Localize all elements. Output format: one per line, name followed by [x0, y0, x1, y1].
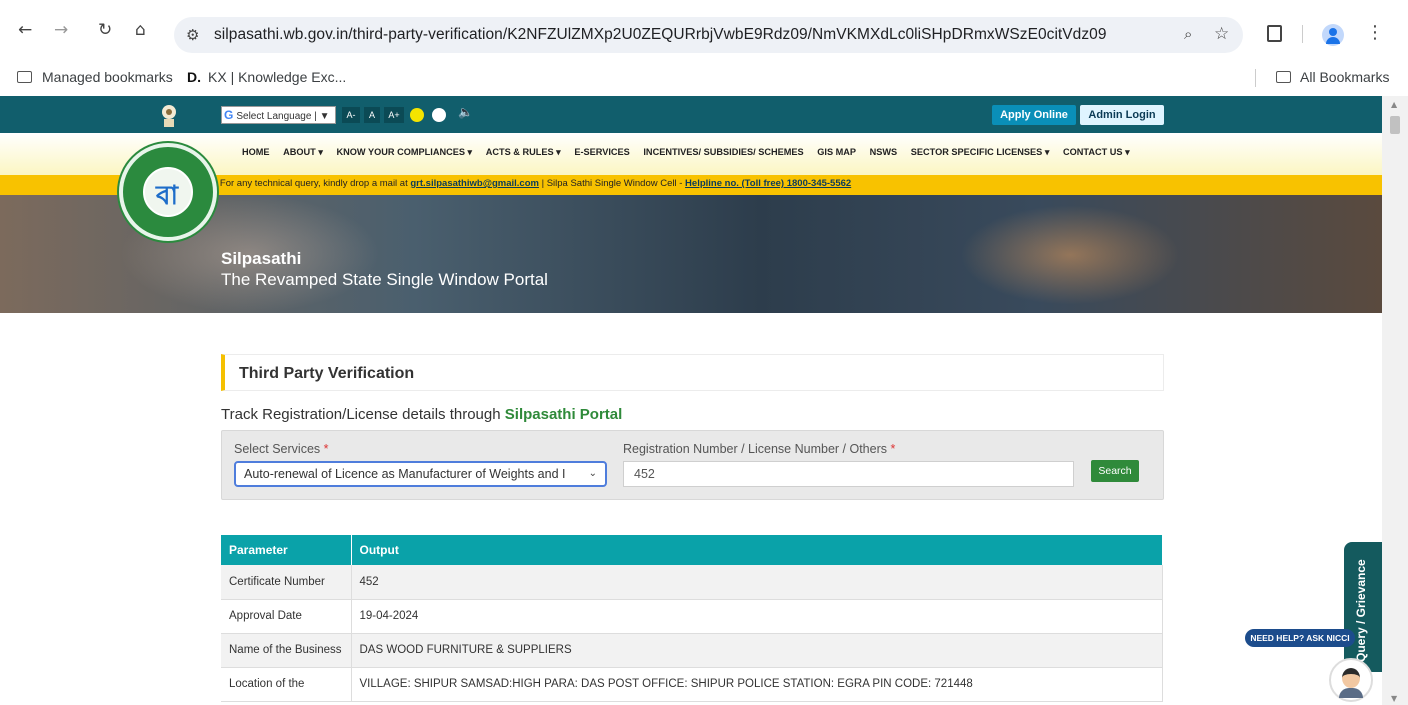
row-parameter: Approval Date [221, 599, 352, 634]
section-header: Third Party Verification [221, 354, 1164, 391]
grievance-label: Query / Grievance [1354, 559, 1368, 662]
utility-bar: G Select Language | ▼ A- A A+ 🔈 Apply Onl… [0, 96, 1382, 133]
all-bookmarks[interactable]: All Bookmarks [1300, 69, 1389, 85]
row-parameter: Certificate Number [221, 565, 352, 600]
column-header-output: Output [351, 535, 1163, 565]
speaker-icon[interactable]: 🔈 [458, 105, 473, 119]
registration-input[interactable]: 452 [623, 461, 1074, 487]
search-form: Select Services * Auto-renewal of Licenc… [221, 430, 1164, 500]
nav-contact-us[interactable]: CONTACT US ▾ [1063, 147, 1130, 158]
banner-sparks [960, 205, 1180, 305]
row-value: 19-04-2024 [351, 599, 1163, 634]
chatbot-face [1342, 668, 1360, 688]
table-row: Location of the VILLAGE: SHIPUR SAMSAD:H… [221, 667, 1163, 702]
back-arrow-icon[interactable]: ← [18, 22, 32, 39]
nav-acts-rules[interactable]: ACTS & RULES ▾ [486, 147, 561, 158]
nicci-help-badge[interactable]: NEED HELP? ASK NICCI [1245, 629, 1355, 647]
admin-login-button[interactable]: Admin Login [1080, 105, 1164, 125]
folder-icon [17, 71, 32, 83]
row-value: VILLAGE: SHIPUR SAMSAD:HIGH PARA: DAS PO… [351, 667, 1163, 702]
extensions-icon[interactable] [1267, 25, 1282, 42]
nav-e-services[interactable]: E-SERVICES [574, 147, 629, 157]
nav-home[interactable]: HOME [242, 147, 270, 157]
apply-online-button[interactable]: Apply Online [992, 105, 1076, 125]
bookmark-favicon: D. [187, 69, 201, 85]
site: G Select Language | ▼ A- A A+ 🔈 Apply Onl… [0, 96, 1382, 705]
helpline-link[interactable]: Helpline no. (Toll free) 1800-345-5562 [685, 178, 851, 189]
table-row: Approval Date 19-04-2024 [221, 599, 1163, 634]
table-row: Name of the Business DAS WOOD FURNITURE … [221, 633, 1163, 668]
scroll-down-icon[interactable]: ▼ [1391, 694, 1397, 703]
page-scrollbar[interactable]: ▲ ▼ [1382, 96, 1408, 705]
profile-avatar-icon[interactable] [1322, 24, 1344, 46]
site-settings-icon[interactable]: ⚙ [186, 26, 199, 44]
site-subtitle: The Revamped State Single Window Portal [221, 270, 548, 289]
nav-nsws[interactable]: NSWS [870, 147, 898, 157]
address-bar[interactable]: ⚙ silpasathi.wb.gov.in/third-party-verif… [174, 17, 1243, 53]
track-heading: Track Registration/License details throu… [221, 406, 623, 423]
column-header-parameter: Parameter [221, 535, 352, 565]
font-decrease-button[interactable]: A- [342, 107, 360, 123]
site-title: Silpasathi [221, 249, 302, 268]
query-grievance-tab[interactable]: Query / Grievance [1344, 542, 1382, 672]
font-increase-button[interactable]: A+ [384, 107, 404, 123]
page-title: Third Party Verification [239, 365, 415, 382]
url-text[interactable]: silpasathi.wb.gov.in/third-party-verific… [214, 26, 1107, 44]
zoom-icon[interactable]: ⌕ [1184, 25, 1192, 43]
folder-icon [1276, 71, 1291, 83]
language-select[interactable]: G Select Language | ▼ [221, 106, 336, 124]
theme-white-button[interactable] [432, 108, 446, 122]
service-select[interactable]: Auto-renewal of Licence as Manufacturer … [234, 461, 607, 487]
search-button[interactable]: Search [1091, 460, 1139, 482]
main-menu: HOME ABOUT ▾ KNOW YOUR COMPLIANCES ▾ ACT… [242, 147, 1141, 158]
toolbar-divider [1302, 25, 1303, 43]
page-viewport: G Select Language | ▼ A- A A+ 🔈 Apply Onl… [0, 96, 1408, 705]
results-table: Parameter Output Certificate Number 452 … [221, 535, 1163, 702]
registration-label: Registration Number / License Number / O… [623, 442, 896, 456]
bookmark-kx[interactable]: KX | Knowledge Exc... [208, 69, 346, 85]
state-emblem-icon [162, 105, 176, 127]
bookmarks-bar: Managed bookmarks D. KX | Knowledge Exc.… [0, 60, 1408, 96]
reload-icon[interactable]: ↻ [98, 22, 112, 39]
chatbot-avatar-icon[interactable] [1329, 658, 1373, 702]
row-value: DAS WOOD FURNITURE & SUPPLIERS [351, 633, 1163, 668]
nav-gis-map[interactable]: GIS MAP [817, 147, 856, 157]
row-parameter: Location of the [221, 667, 352, 702]
menu-kebab-icon[interactable]: ⋮ [1366, 22, 1384, 43]
nav-sector-licenses[interactable]: SECTOR SPECIFIC LICENSES ▾ [911, 147, 1050, 158]
service-label: Select Services * [234, 442, 329, 456]
support-email-link[interactable]: grt.silpasathiwb@gmail.com [410, 178, 539, 189]
table-row: Certificate Number 452 [221, 565, 1163, 600]
nav-incentives[interactable]: INCENTIVES/ SUBSIDIES/ SCHEMES [643, 147, 803, 157]
font-normal-button[interactable]: A [364, 107, 380, 123]
bookmark-star-icon[interactable]: ☆ [1214, 24, 1229, 44]
browser-toolbar: ← → ↻ ⌂ ⚙ silpasathi.wb.gov.in/third-par… [0, 0, 1408, 60]
forward-arrow-icon[interactable]: → [54, 22, 68, 39]
nav-about[interactable]: ABOUT ▾ [283, 147, 323, 158]
chevron-down-icon: ⌄ [588, 468, 597, 479]
row-value: 452 [351, 565, 1163, 600]
chatbot-body [1339, 688, 1363, 698]
bookmark-managed[interactable]: Managed bookmarks [42, 69, 173, 85]
table-header-row: Parameter Output [221, 535, 1163, 565]
bookmarks-divider [1255, 69, 1256, 87]
biswa-bangla-logo[interactable]: বা [119, 143, 217, 241]
google-translate-icon: G [224, 108, 234, 122]
theme-yellow-button[interactable] [410, 108, 424, 122]
ticker-text: g For any technical query, kindly drop a… [212, 178, 852, 189]
home-icon[interactable]: ⌂ [135, 22, 146, 39]
nav-compliances[interactable]: KNOW YOUR COMPLIANCES ▾ [337, 147, 473, 158]
row-parameter: Name of the Business [221, 633, 352, 668]
scrollbar-thumb[interactable] [1390, 116, 1400, 134]
logo-glyph: বা [156, 181, 179, 211]
portal-name: Silpasathi Portal [504, 406, 623, 423]
scroll-up-icon[interactable]: ▲ [1391, 100, 1397, 109]
